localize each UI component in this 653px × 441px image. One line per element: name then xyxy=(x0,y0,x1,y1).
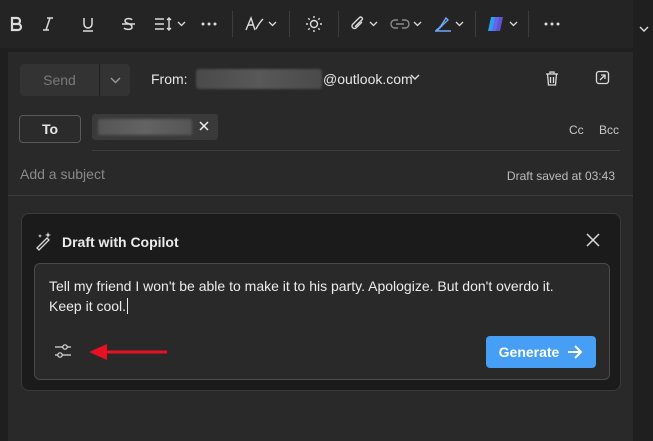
toolbar-divider xyxy=(232,11,233,37)
send-button-group: Send xyxy=(20,64,130,96)
chevron-down-icon xyxy=(110,77,120,83)
divider xyxy=(92,150,620,151)
chevron-down-icon xyxy=(455,21,464,27)
toolbar-divider xyxy=(338,11,339,37)
chevron-down-icon[interactable] xyxy=(410,74,420,81)
copilot-prompt-input[interactable]: Tell my friend I won't be able to make i… xyxy=(34,263,610,380)
from-row: Send From: @outlook.com xyxy=(8,52,633,106)
bcc-button[interactable]: Bcc xyxy=(599,123,619,137)
attach-icon[interactable] xyxy=(345,8,383,40)
generate-button[interactable]: Generate xyxy=(486,336,596,368)
divider xyxy=(8,195,633,196)
redacted-recipient xyxy=(98,119,192,135)
draft-status: Draft saved at 03:43 xyxy=(506,169,615,183)
send-button[interactable]: Send xyxy=(20,64,100,96)
prompt-text: Tell my friend I won't be able to make i… xyxy=(49,278,554,314)
chevron-down-icon xyxy=(413,21,422,27)
from-address[interactable]: @outlook.com xyxy=(323,71,413,87)
pop-out-icon[interactable] xyxy=(595,70,610,85)
strikethrough-icon[interactable] xyxy=(108,8,148,40)
annotation-arrow xyxy=(89,344,167,360)
chevron-down-icon xyxy=(268,21,277,27)
bold-icon[interactable] xyxy=(4,8,28,40)
toolbar-divider xyxy=(475,11,476,37)
arrow-right-icon xyxy=(568,345,583,359)
magic-pen-icon xyxy=(36,232,51,251)
close-icon[interactable] xyxy=(198,120,210,132)
to-button[interactable]: To xyxy=(19,115,81,143)
redacted-sender xyxy=(196,69,322,89)
send-options-button[interactable] xyxy=(100,64,130,96)
underline-icon[interactable] xyxy=(68,8,108,40)
chevron-down-icon[interactable] xyxy=(639,26,649,33)
trash-icon[interactable] xyxy=(544,70,560,87)
formatting-toolbar xyxy=(0,0,633,48)
text-cursor xyxy=(127,298,129,314)
sun-icon[interactable] xyxy=(296,8,332,40)
link-icon[interactable] xyxy=(383,8,429,40)
sliders-icon[interactable] xyxy=(54,343,72,359)
cc-button[interactable]: Cc xyxy=(569,123,584,137)
chevron-down-icon xyxy=(177,21,186,27)
close-icon[interactable] xyxy=(586,233,600,247)
chevron-down-icon xyxy=(509,21,518,27)
italic-icon[interactable] xyxy=(28,8,68,40)
generate-label: Generate xyxy=(498,344,560,360)
toolbar-divider xyxy=(289,11,290,37)
chevron-down-icon xyxy=(369,21,378,27)
more-options-icon[interactable] xyxy=(535,8,569,40)
from-label: From: xyxy=(151,71,188,87)
line-spacing-icon[interactable] xyxy=(148,8,192,40)
toolbar-divider xyxy=(528,11,529,37)
copilot-title: Draft with Copilot xyxy=(62,234,179,250)
copilot-icon[interactable] xyxy=(482,8,522,40)
copilot-draft-card: Draft with Copilot Tell my friend I won'… xyxy=(21,213,621,391)
recipient-chip[interactable] xyxy=(92,114,218,140)
subject-input[interactable]: Add a subject xyxy=(20,166,420,186)
signature-icon[interactable] xyxy=(429,8,469,40)
more-options-icon[interactable] xyxy=(192,8,226,40)
text-style-icon[interactable] xyxy=(239,8,283,40)
